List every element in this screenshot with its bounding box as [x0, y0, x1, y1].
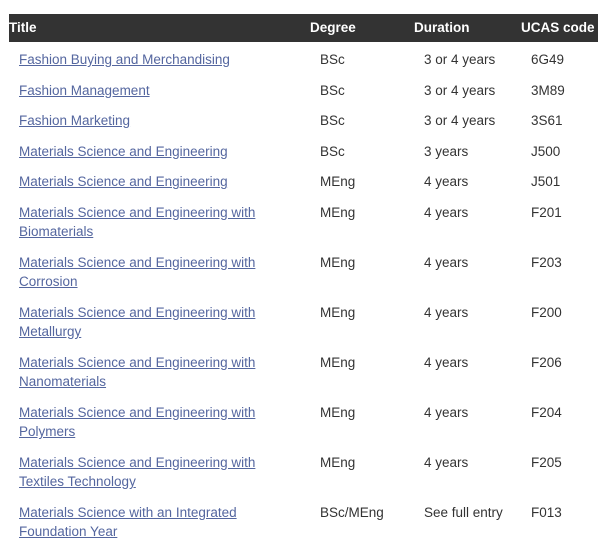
cell-title: Materials Science with an Integrated Fou… — [9, 495, 310, 545]
cell-ucas-code: 3S61 — [521, 103, 598, 134]
table-row: Fashion Marketing BSc3 or 4 years3S61 — [9, 103, 598, 134]
cell-title: Materials Science and Engineering with N… — [9, 345, 310, 395]
cell-ucas-code: J500 — [521, 134, 598, 165]
table-row: Materials Science and Engineering with C… — [9, 245, 598, 295]
cell-duration: 4 years — [414, 445, 521, 495]
cell-degree: MEng — [310, 195, 414, 245]
cell-duration: 3 years — [414, 134, 521, 165]
column-header-title[interactable]: Title — [9, 14, 310, 42]
cell-ucas-code: F201 — [521, 195, 598, 245]
table-body: Fashion Buying and MerchandisingBSc3 or … — [9, 42, 598, 545]
course-title-link[interactable]: Materials Science and Engineering with B… — [19, 205, 255, 240]
cell-ucas-code: F204 — [521, 395, 598, 445]
cell-ucas-code: 6G49 — [521, 42, 598, 73]
cell-ucas-code: F206 — [521, 345, 598, 395]
course-title-link[interactable]: Materials Science and Engineering — [19, 144, 228, 159]
table-row: Materials Science and Engineering with P… — [9, 395, 598, 445]
cell-ucas-code: F205 — [521, 445, 598, 495]
cell-duration: 4 years — [414, 195, 521, 245]
course-table-container: Title Degree Duration UCAS code Fashion … — [0, 0, 606, 545]
cell-degree: MEng — [310, 295, 414, 345]
column-header-degree[interactable]: Degree — [310, 14, 414, 42]
cell-title: Materials Science and Engineering with P… — [9, 395, 310, 445]
cell-degree: MEng — [310, 164, 414, 195]
cell-title: Materials Science and Engineering with B… — [9, 195, 310, 245]
cell-degree: BSc — [310, 134, 414, 165]
cell-duration: 4 years — [414, 164, 521, 195]
cell-title: Materials Science and Engineering — [9, 164, 310, 195]
cell-duration: 4 years — [414, 295, 521, 345]
table-row: Materials Science and Engineering with B… — [9, 195, 598, 245]
column-header-duration[interactable]: Duration — [414, 14, 521, 42]
cell-title: Fashion Management — [9, 73, 310, 104]
course-title-link[interactable]: Materials Science and Engineering with M… — [19, 305, 255, 340]
course-title-link[interactable]: Materials Science and Engineering with P… — [19, 405, 255, 440]
course-listing-table: Title Degree Duration UCAS code Fashion … — [9, 14, 598, 545]
cell-title: Materials Science and Engineering with M… — [9, 295, 310, 345]
cell-title: Fashion Marketing — [9, 103, 310, 134]
cell-degree: BSc — [310, 103, 414, 134]
table-header-row: Title Degree Duration UCAS code — [9, 14, 598, 42]
table-row: Fashion Management BSc3 or 4 years3M89 — [9, 73, 598, 104]
table-row: Materials Science and Engineering with T… — [9, 445, 598, 495]
cell-title: Materials Science and Engineering — [9, 134, 310, 165]
cell-ucas-code: F200 — [521, 295, 598, 345]
cell-ucas-code: 3M89 — [521, 73, 598, 104]
cell-duration: 3 or 4 years — [414, 103, 521, 134]
cell-ucas-code: J501 — [521, 164, 598, 195]
table-row: Materials Science and Engineering with N… — [9, 345, 598, 395]
cell-degree: MEng — [310, 395, 414, 445]
course-title-link[interactable]: Fashion Management — [19, 83, 150, 98]
course-title-link[interactable]: Fashion Buying and Merchandising — [19, 52, 230, 67]
course-title-link[interactable]: Fashion Marketing — [19, 113, 130, 128]
table-row: Materials Science and Engineering MEng4 y… — [9, 164, 598, 195]
table-row: Materials Science with an Integrated Fou… — [9, 495, 598, 545]
cell-duration: 3 or 4 years — [414, 42, 521, 73]
cell-degree: BSc — [310, 42, 414, 73]
cell-ucas-code: F203 — [521, 245, 598, 295]
table-row: Materials Science and Engineering with M… — [9, 295, 598, 345]
cell-degree: MEng — [310, 345, 414, 395]
course-title-link[interactable]: Materials Science and Engineering with T… — [19, 455, 255, 490]
course-title-link[interactable]: Materials Science and Engineering with N… — [19, 355, 255, 390]
cell-degree: BSc — [310, 73, 414, 104]
course-title-link[interactable]: Materials Science and Engineering with C… — [19, 255, 255, 290]
table-row: Materials Science and Engineering BSc3 ye… — [9, 134, 598, 165]
cell-duration: 3 or 4 years — [414, 73, 521, 104]
cell-title: Materials Science and Engineering with C… — [9, 245, 310, 295]
cell-degree: BSc/MEng — [310, 495, 414, 545]
cell-duration: See full entry — [414, 495, 521, 545]
table-header: Title Degree Duration UCAS code — [9, 14, 598, 42]
cell-title: Fashion Buying and Merchandising — [9, 42, 310, 73]
course-title-link[interactable]: Materials Science and Engineering — [19, 174, 228, 189]
cell-ucas-code: F013 — [521, 495, 598, 545]
cell-degree: MEng — [310, 245, 414, 295]
cell-title: Materials Science and Engineering with T… — [9, 445, 310, 495]
table-row: Fashion Buying and Merchandising BSc3 or … — [9, 42, 598, 73]
cell-duration: 4 years — [414, 395, 521, 445]
cell-duration: 4 years — [414, 245, 521, 295]
column-header-ucas-code[interactable]: UCAS code — [521, 14, 598, 42]
cell-duration: 4 years — [414, 345, 521, 395]
cell-degree: MEng — [310, 445, 414, 495]
